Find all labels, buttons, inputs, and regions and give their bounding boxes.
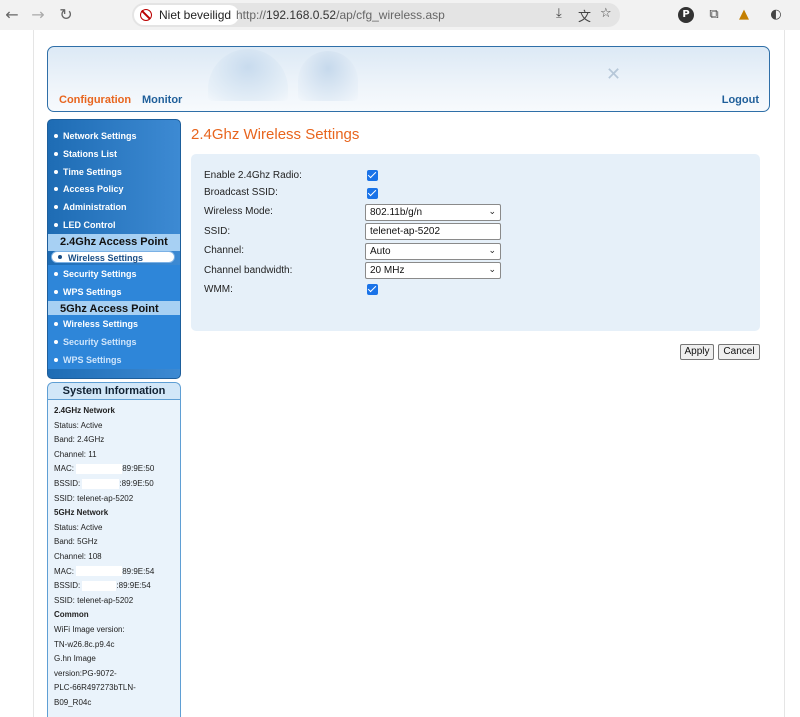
sysinfo-mac-24: MAC: 89:9E:50 [54,464,155,475]
sidebar-item-network-settings[interactable]: Network Settings [48,127,180,145]
bookmark-star-icon[interactable]: ☆ [600,6,612,21]
redacted-block [76,464,123,475]
sysinfo-bssid-24: BSSID: :89:9E:50 [54,478,154,489]
wmm-checkbox[interactable] [367,284,378,295]
sidebar-item-5-security-settings[interactable]: Security Settings [48,333,180,351]
sysinfo-line: version:PG-9072- [54,668,117,678]
sysinfo-bssid-5: BSSID: :89:9E:54 [54,581,151,592]
security-chip[interactable]: Niet beveiligd [134,5,240,25]
security-label: Niet beveiligd [159,8,232,22]
sysinfo-line: PLC-66R497273bTLN- [54,683,136,693]
sidebar-item-24-security-settings[interactable]: Security Settings [48,265,180,283]
back-arrow-icon[interactable]: ← [2,5,22,25]
sidebar-item-led-control[interactable]: LED Control [48,216,180,234]
sysinfo-line: 2.4GHz Network [54,406,115,415]
sidebar-item-5-wps-settings[interactable]: WPS Settings [48,351,180,369]
redacted-block [82,581,117,592]
sidebar-item-stations-list[interactable]: Stations List [48,145,180,163]
broadcast-ssid-checkbox[interactable] [367,188,378,199]
extension-app-icon[interactable]: ▲ [734,5,754,25]
ssid-label: SSID: [204,226,231,237]
sysinfo-line: 5GHz Network [54,508,109,518]
sidebar-item-24-wps-settings[interactable]: WPS Settings [48,283,180,301]
sysinfo-line: Common [54,610,89,620]
sysinfo-line: Band: 5GHz [54,537,98,547]
address-bar[interactable]: Niet beveiligd http://192.168.0.52/ap/cf… [132,3,620,27]
sysinfo-line: Status: Active [54,420,103,430]
sidebar-section-24ghz: 2.4Ghz Access Point [48,234,180,251]
apply-button[interactable]: Apply [680,344,714,360]
wireless-mode-label: Wireless Mode: [204,206,273,217]
not-secure-icon [140,9,152,21]
banner-figure-left [208,49,288,101]
system-information-title: System Information [48,383,180,400]
chevron-down-icon: ⌄ [488,207,496,217]
sysinfo-line: WiFi Image version: [54,624,125,634]
sysinfo-line: Band: 2.4GHz [54,435,105,445]
sidebar-item-time-settings[interactable]: Time Settings [48,163,180,181]
sysinfo-line: Status: Active [54,522,103,532]
forward-arrow-icon[interactable]: → [28,5,48,25]
enable-radio-label: Enable 2.4Ghz Radio: [204,170,302,181]
sidebar-item-5-wireless-settings[interactable]: Wireless Settings [48,315,180,333]
sysinfo-line: B09_R04c [54,697,92,707]
sidebar-menu: Network Settings Stations List Time Sett… [47,119,181,379]
broadcast-ssid-label: Broadcast SSID: [204,187,278,198]
tab-monitor[interactable]: Monitor [142,94,182,106]
extensions-icon[interactable]: ⧉ [704,5,724,25]
cancel-button[interactable]: Cancel [718,344,760,360]
sysinfo-line: TN-w26.8c.p9.4c [54,639,115,649]
banner-figure-right [298,51,358,101]
page-title: 2.4Ghz Wireless Settings [191,126,360,143]
sysinfo-line: SSID: telenet-ap-5202 [54,595,134,605]
sidebar-item-administration[interactable]: Administration [48,198,180,216]
channel-bandwidth-select[interactable]: 20 MHz ⌄ [365,262,501,279]
profile-icon[interactable]: P [678,7,694,23]
url-text[interactable]: http://192.168.0.52/ap/cfg_wireless.asp [236,8,445,22]
system-information-panel: System Information 2.4GHz Network Status… [47,382,181,717]
banner-logo-icon: ✕ [606,64,622,85]
wmm-label: WMM: [204,284,233,295]
sidebar-item-access-policy[interactable]: Access Policy [48,180,180,198]
sidebar-item-24-wireless-settings[interactable]: Wireless Settings [51,251,175,263]
browser-toolbar: ← → ↻ Niet beveiligd http://192.168.0.52… [0,0,800,30]
account-sync-icon[interactable]: ◐ [766,5,786,25]
ssid-input[interactable]: telenet-ap-5202 [365,223,501,240]
tab-configuration[interactable]: Configuration [59,94,131,106]
translate-icon[interactable]: 文 [578,6,591,25]
header-banner: ✕ Configuration Monitor Logout [47,46,770,112]
sysinfo-line: SSID: telenet-ap-5202 [54,493,134,503]
sysinfo-line: Channel: 108 [54,551,102,561]
enable-radio-checkbox[interactable] [367,170,378,181]
sysinfo-line: G.hn Image [54,654,96,664]
channel-select[interactable]: Auto ⌄ [365,243,501,260]
sysinfo-mac-5: MAC: 89:9E:54 [54,566,155,577]
reload-icon[interactable]: ↻ [56,5,76,25]
chevron-down-icon: ⌄ [488,246,496,256]
wireless-mode-select[interactable]: 802.11b/g/n ⌄ [365,204,501,221]
channel-bandwidth-label: Channel bandwidth: [204,265,293,276]
chevron-down-icon: ⌄ [488,265,496,275]
download-icon[interactable]: ⤓ [556,6,562,21]
channel-label: Channel: [204,245,245,256]
logout-link[interactable]: Logout [722,94,759,106]
redacted-block [82,478,120,489]
sysinfo-line: Channel: 11 [54,449,97,459]
wireless-settings-form: Enable 2.4Ghz Radio: Broadcast SSID: Wir… [191,154,760,331]
redacted-block [76,566,123,577]
